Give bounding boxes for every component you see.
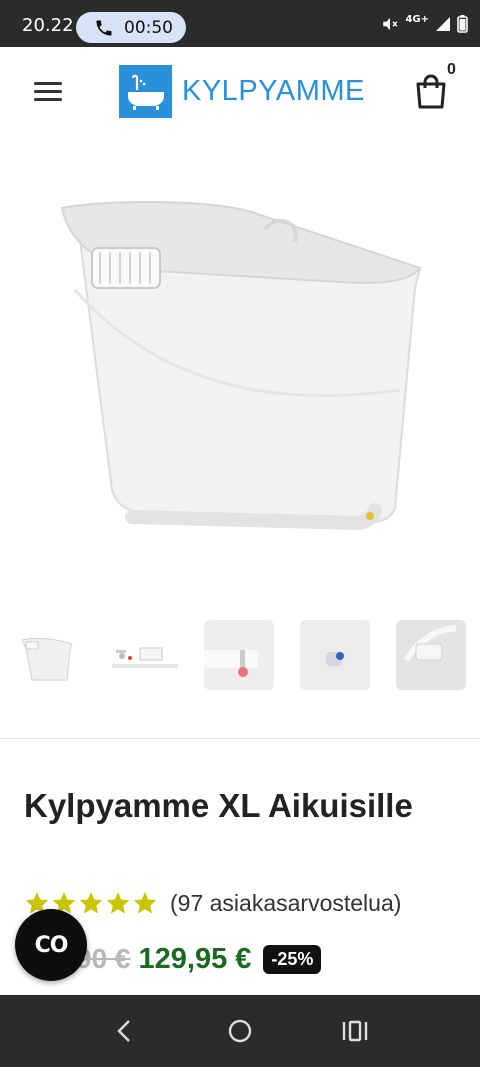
status-bar: 20.22 00:50 4G+ <box>0 0 480 47</box>
thumbnail-5[interactable] <box>396 620 466 690</box>
status-time: 20.22 <box>22 15 74 36</box>
divider <box>0 738 480 739</box>
ongoing-call-chip[interactable]: 00:50 <box>76 12 186 43</box>
star-icon <box>106 892 130 914</box>
thumbnail-strip <box>0 612 480 702</box>
thumbnail-3[interactable] <box>204 620 274 690</box>
star-icon <box>79 892 103 914</box>
chat-button[interactable]: CO <box>15 909 87 981</box>
product-main-image[interactable] <box>40 160 440 580</box>
rating-row[interactable]: (97 asiakasarvostelua) <box>24 888 401 918</box>
phone-icon <box>96 20 112 36</box>
shopping-bag-icon[interactable] <box>414 73 448 109</box>
product-title: Kylpyamme XL Aikuisille <box>24 787 413 824</box>
bathtub-logo-icon <box>119 65 172 118</box>
thumbnail-4[interactable] <box>300 620 370 690</box>
review-count-link[interactable]: (97 asiakasarvostelua) <box>170 890 401 917</box>
thumbnail-2[interactable] <box>108 620 178 690</box>
site-header: KYLPYAMME 0 <box>0 47 480 139</box>
cart-count: 0 <box>447 61 456 78</box>
back-icon[interactable] <box>113 1019 137 1043</box>
battery-icon <box>457 15 468 33</box>
network-type: 4G+ <box>405 13 429 25</box>
recent-apps-icon[interactable] <box>342 1020 368 1042</box>
star-icon <box>133 892 157 914</box>
call-timer: 00:50 <box>124 18 173 38</box>
system-nav-bar <box>0 995 480 1067</box>
home-icon[interactable] <box>228 1019 252 1043</box>
logo[interactable]: KYLPYAMME <box>119 65 365 118</box>
logo-text: KYLPYAMME <box>182 75 365 107</box>
menu-icon[interactable] <box>34 82 62 104</box>
signal-icon <box>436 17 450 31</box>
discount-badge: -25% <box>263 944 322 974</box>
status-icons: 4G+ <box>381 14 468 34</box>
thumbnail-1[interactable] <box>14 620 84 690</box>
sale-price: 129,95 € <box>138 942 252 975</box>
chat-logo-icon: CO <box>34 932 69 958</box>
mute-icon <box>383 18 398 30</box>
